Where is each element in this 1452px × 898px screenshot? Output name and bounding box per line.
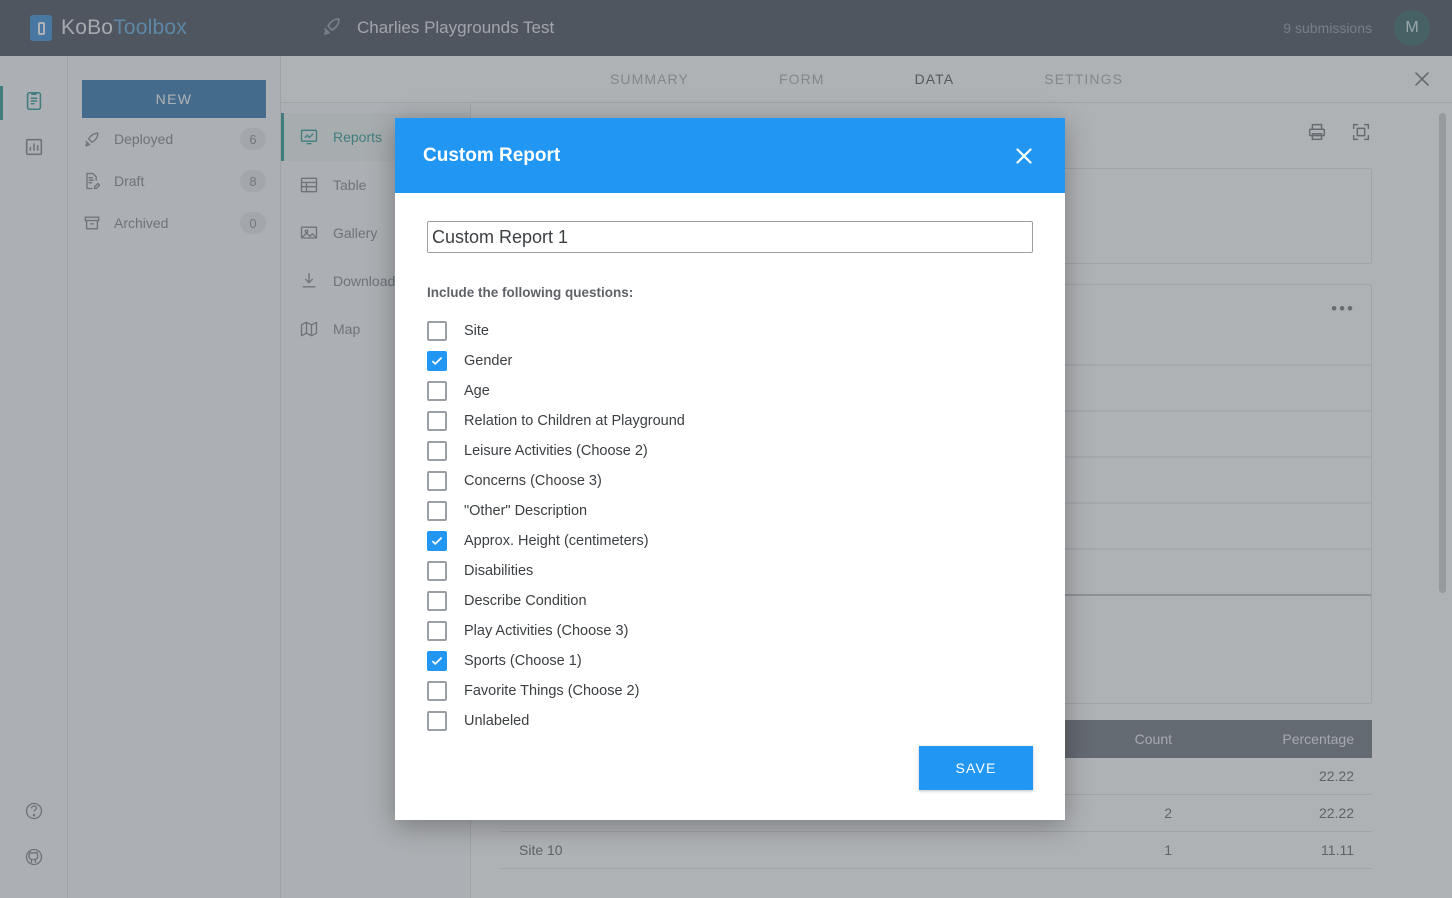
question-checkbox-leisure-activities[interactable]: Leisure Activities (Choose 2) [427,436,1033,466]
question-label: Site [464,323,489,339]
modal-footer: SAVE [395,746,1065,820]
questions-list: Site Gender Age Relation to Children at … [427,316,1033,736]
report-name-input[interactable] [427,221,1033,253]
question-label: Disabilities [464,563,533,579]
question-checkbox-play-activities[interactable]: Play Activities (Choose 3) [427,616,1033,646]
checkbox-icon [427,441,447,461]
question-checkbox-sports[interactable]: Sports (Choose 1) [427,646,1033,676]
checkbox-icon [427,381,447,401]
question-checkbox-concerns[interactable]: Concerns (Choose 3) [427,466,1033,496]
question-checkbox-gender[interactable]: Gender [427,346,1033,376]
checkbox-icon [427,351,447,371]
checkbox-icon [427,591,447,611]
question-label: Gender [464,353,512,369]
question-checkbox-relation[interactable]: Relation to Children at Playground [427,406,1033,436]
modal-title: Custom Report [423,145,560,167]
modal-body: Include the following questions: Site Ge… [395,193,1065,746]
questions-label: Include the following questions: [427,285,1033,300]
question-label: Age [464,383,490,399]
question-label: Describe Condition [464,593,587,609]
question-label: Approx. Height (centimeters) [464,533,649,549]
question-checkbox-disabilities[interactable]: Disabilities [427,556,1033,586]
checkbox-icon [427,321,447,341]
question-checkbox-site[interactable]: Site [427,316,1033,346]
checkbox-icon [427,651,447,671]
question-label: Favorite Things (Choose 2) [464,683,639,699]
question-checkbox-approx-height[interactable]: Approx. Height (centimeters) [427,526,1033,556]
checkbox-icon [427,531,447,551]
question-label: Relation to Children at Playground [464,413,685,429]
checkbox-icon [427,501,447,521]
question-label: Unlabeled [464,713,529,729]
checkbox-icon [427,621,447,641]
question-label: Sports (Choose 1) [464,653,582,669]
question-checkbox-favorite-things[interactable]: Favorite Things (Choose 2) [427,676,1033,706]
modal-header: Custom Report [395,118,1065,193]
question-checkbox-unlabeled[interactable]: Unlabeled [427,706,1033,736]
checkbox-icon [427,681,447,701]
question-checkbox-other-description[interactable]: "Other" Description [427,496,1033,526]
custom-report-modal: Custom Report Include the following ques… [395,118,1065,820]
question-label: Leisure Activities (Choose 2) [464,443,648,459]
question-checkbox-describe-condition[interactable]: Describe Condition [427,586,1033,616]
save-button[interactable]: SAVE [919,746,1033,790]
checkbox-icon [427,561,447,581]
close-icon[interactable] [1011,143,1037,169]
question-label: Concerns (Choose 3) [464,473,602,489]
checkbox-icon [427,471,447,491]
checkbox-icon [427,711,447,731]
question-label: "Other" Description [464,503,587,519]
question-label: Play Activities (Choose 3) [464,623,628,639]
checkbox-icon [427,411,447,431]
question-checkbox-age[interactable]: Age [427,376,1033,406]
